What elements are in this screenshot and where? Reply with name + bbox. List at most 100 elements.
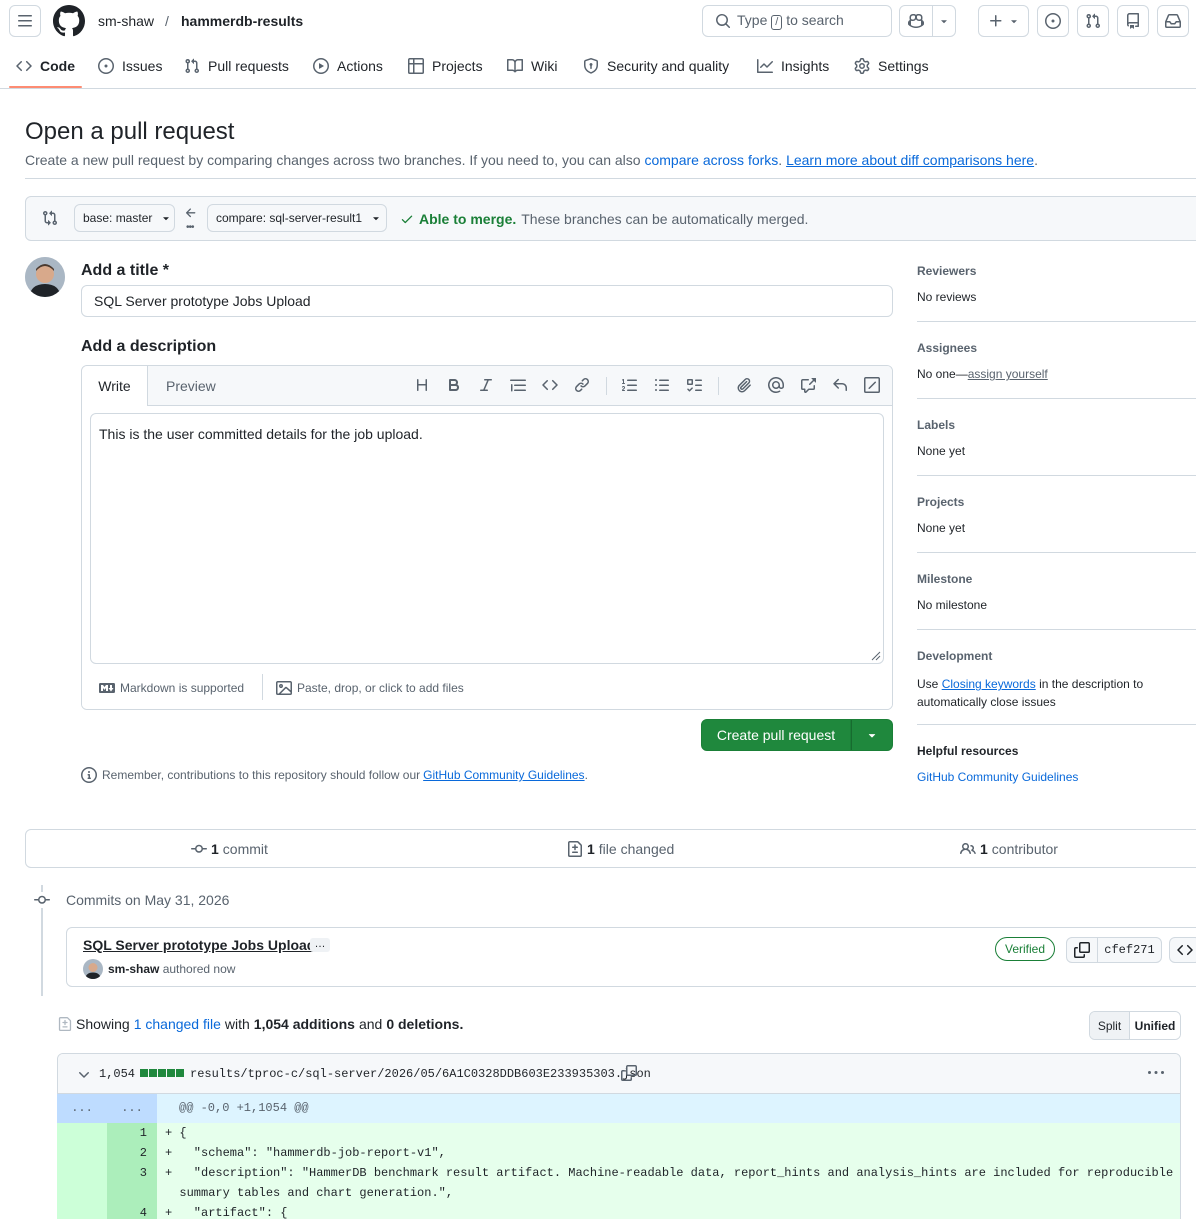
guidelines-link[interactable]: GitHub Community Guidelines xyxy=(423,768,584,782)
pull-request-icon xyxy=(185,58,200,74)
copilot-main[interactable] xyxy=(900,6,932,36)
merge-status-detail: These branches can be automatically merg… xyxy=(521,211,809,227)
assignees-heading[interactable]: Assignees xyxy=(917,341,977,355)
repo-name-link[interactable]: hammerdb-results xyxy=(181,13,303,29)
toolbar-divider xyxy=(718,377,719,395)
changed-files-link[interactable]: 1 changed file xyxy=(134,1016,221,1032)
issue-opened-icon xyxy=(1045,13,1061,29)
file-path-link[interactable]: results/tproc-c/sql-server/2026/05/6A1C0… xyxy=(190,1067,651,1081)
verified-badge[interactable]: Verified xyxy=(995,937,1056,961)
base-branch-select[interactable]: base: master xyxy=(74,204,175,232)
commit-authored: authored now xyxy=(162,962,236,976)
tab-issues[interactable]: Issues xyxy=(98,52,162,80)
markdown-note[interactable]: Markdown is supported xyxy=(99,680,244,696)
closing-keywords-link[interactable]: Closing keywords xyxy=(942,677,1036,691)
diff-line: 1 + { xyxy=(57,1123,1180,1143)
heading-button[interactable] xyxy=(414,377,432,395)
code-button[interactable] xyxy=(542,377,560,395)
reviewers-heading[interactable]: Reviewers xyxy=(917,264,976,278)
graph-icon xyxy=(757,59,773,73)
browse-files-button[interactable] xyxy=(1169,937,1196,963)
file-menu-button[interactable] xyxy=(1147,1065,1165,1081)
commit-author[interactable]: sm-shaw xyxy=(108,962,159,976)
assign-yourself-link[interactable]: assign yourself xyxy=(968,367,1048,381)
milestone-heading[interactable]: Milestone xyxy=(917,572,972,586)
pulls-header-button[interactable] xyxy=(1077,5,1109,37)
tab-actions[interactable]: Actions xyxy=(313,52,383,80)
new-line-number[interactable]: 1 xyxy=(107,1123,157,1143)
tab-security[interactable]: Security and quality xyxy=(583,52,729,80)
hamburger-button[interactable] xyxy=(9,5,41,37)
create-pr-dropdown[interactable] xyxy=(851,719,893,751)
commit-sha-link[interactable]: cfef271 xyxy=(1097,937,1162,963)
projects-heading[interactable]: Projects xyxy=(917,495,964,509)
tab-pull-requests[interactable]: Pull requests xyxy=(184,52,289,80)
github-logo[interactable] xyxy=(53,5,85,37)
compare-forks-link[interactable]: compare across forks xyxy=(644,152,778,168)
create-new-button[interactable] xyxy=(978,5,1029,37)
tab-code-label: Code xyxy=(40,58,75,74)
triangle-down-icon xyxy=(373,217,379,221)
quote-button[interactable] xyxy=(510,377,528,395)
tab-settings[interactable]: Settings xyxy=(854,52,929,80)
learn-more-link[interactable]: Learn more about diff comparisons here xyxy=(786,152,1034,168)
copy-path-button[interactable] xyxy=(621,1065,637,1081)
compare-branch-select[interactable]: compare: sql-server-result1 xyxy=(207,204,387,232)
repos-header-button[interactable] xyxy=(1117,5,1149,37)
showing-text: Showing xyxy=(76,1016,130,1032)
unordered-list-button[interactable] xyxy=(654,377,672,395)
ordered-list-button[interactable] xyxy=(622,377,640,395)
mention-button[interactable] xyxy=(768,377,786,395)
files-summary[interactable]: 1 file changed xyxy=(567,841,674,857)
tab-wiki[interactable]: Wiki xyxy=(507,52,557,80)
description-textarea[interactable]: This is the user committed details for t… xyxy=(90,413,884,664)
copilot-button[interactable] xyxy=(899,5,956,37)
undo-button[interactable] xyxy=(832,377,850,395)
bold-button[interactable] xyxy=(446,377,464,395)
tab-code[interactable]: Code xyxy=(16,52,75,80)
copilot-dropdown[interactable] xyxy=(932,6,955,36)
attach-button[interactable] xyxy=(736,377,754,395)
attach-files-note[interactable]: Paste, drop, or click to add files xyxy=(276,680,464,696)
merge-status: Able to merge. These branches can be aut… xyxy=(400,211,808,227)
contributors-summary[interactable]: 1 contributor xyxy=(960,841,1058,857)
commit-message-link[interactable]: SQL Server prototype Jobs Upload xyxy=(83,937,315,953)
inbox-header-button[interactable] xyxy=(1157,5,1189,37)
create-pr-button[interactable]: Create pull request xyxy=(701,719,851,751)
new-line-number[interactable]: 4 xyxy=(107,1203,157,1219)
resize-handle-icon[interactable] xyxy=(869,649,881,661)
helpful-link[interactable]: GitHub Community Guidelines xyxy=(917,770,1078,784)
unified-button[interactable]: Unified xyxy=(1129,1012,1180,1039)
hunk-expand-left[interactable]: ... xyxy=(57,1094,107,1123)
italic-button[interactable] xyxy=(478,377,496,395)
issues-header-button[interactable] xyxy=(1037,5,1069,37)
commits-summary[interactable]: 1 commit xyxy=(191,841,268,857)
labels-heading[interactable]: Labels xyxy=(917,418,955,432)
link-button[interactable] xyxy=(574,377,592,395)
commits-date-heading: Commits on May 31, 2026 xyxy=(66,892,230,908)
link-icon xyxy=(574,377,590,393)
slash-button[interactable] xyxy=(864,377,882,395)
old-line-number xyxy=(57,1203,107,1219)
split-button[interactable]: Split xyxy=(1090,1012,1129,1039)
repo-owner-link[interactable]: sm-shaw xyxy=(98,13,154,29)
search-input[interactable]: Type / to search xyxy=(702,5,892,37)
new-line-number[interactable]: 2 xyxy=(107,1143,157,1163)
assignees-none: No one— xyxy=(917,367,968,381)
tab-projects[interactable]: Projects xyxy=(408,52,483,80)
italic-icon xyxy=(480,379,492,391)
new-line-number[interactable]: 3 xyxy=(107,1163,157,1183)
tab-preview[interactable]: Preview xyxy=(166,378,216,394)
compare-icon xyxy=(42,210,58,226)
tab-write[interactable]: Write xyxy=(82,366,148,406)
title-input[interactable]: SQL Server prototype Jobs Upload xyxy=(81,285,893,317)
diff-line: 4 + "artifact": { xyxy=(57,1203,1180,1219)
task-list-button[interactable] xyxy=(686,377,704,395)
tab-insights[interactable]: Insights xyxy=(757,52,829,80)
reference-button[interactable] xyxy=(800,377,818,395)
collapse-file-button[interactable] xyxy=(76,1067,92,1083)
copy-sha-button[interactable] xyxy=(1066,937,1098,963)
commit-expand-button[interactable]: … xyxy=(310,938,330,952)
description-label: Add a description xyxy=(81,338,217,355)
hunk-expand-right[interactable]: ... xyxy=(107,1094,157,1123)
